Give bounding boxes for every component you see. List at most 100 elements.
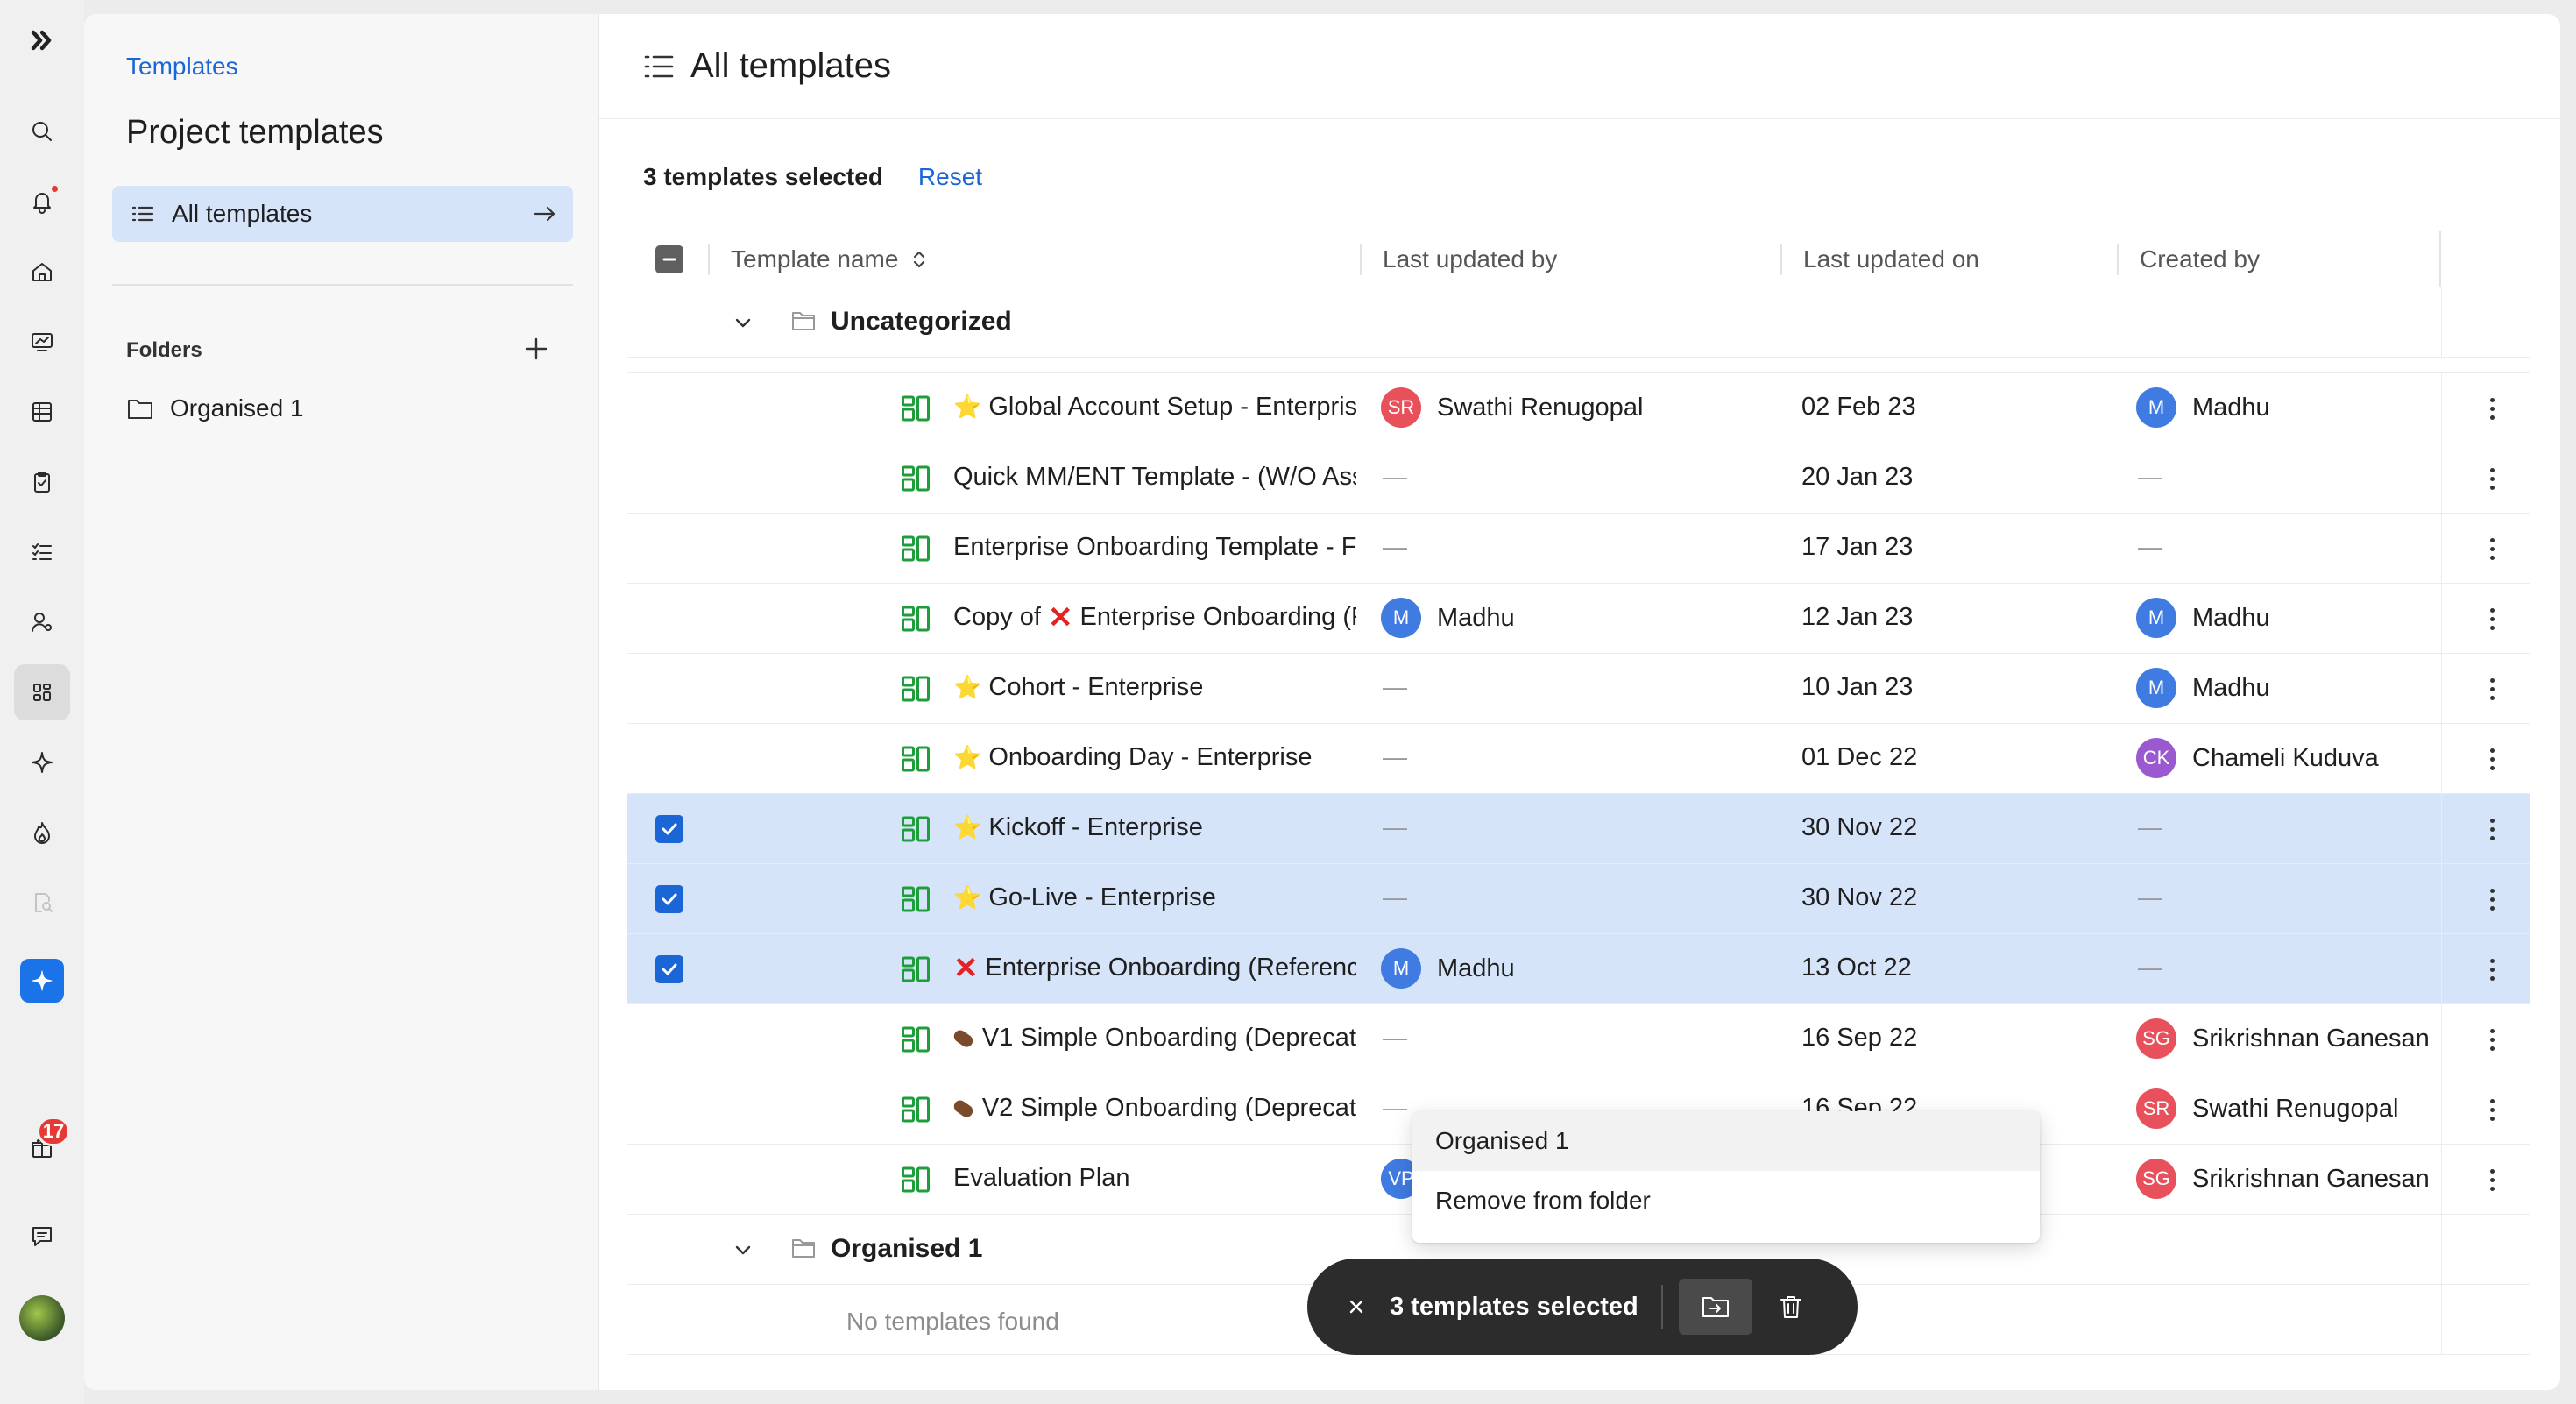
created-by-cell: M Madhu — [2136, 387, 2270, 428]
column-divider — [2441, 373, 2442, 443]
row-more-button[interactable] — [2476, 603, 2508, 635]
row-more-button[interactable] — [2476, 1024, 2508, 1055]
column-divider — [2117, 244, 2119, 275]
template-name-cell[interactable]: ⭐ Onboarding Day - Enterprise — [953, 743, 1356, 772]
doc-search-icon[interactable] — [14, 875, 70, 931]
empty-dash: — — [2138, 533, 2162, 560]
row-checkbox[interactable] — [655, 885, 683, 913]
avatar: M — [1381, 948, 1421, 989]
template-name-cell[interactable]: Quick MM/ENT Template - (W/O Ass — [953, 463, 1356, 492]
table-icon[interactable] — [14, 384, 70, 440]
breadcrumb[interactable]: Templates — [126, 53, 238, 81]
table-row[interactable]: ⭐ Cohort - Enterprise — 10 Jan 23 M Madhu — [627, 654, 2530, 724]
row-more-button[interactable] — [2476, 1164, 2508, 1195]
table-row[interactable]: Copy of ✕ Enterprise Onboarding (F M Madh… — [627, 584, 2530, 654]
table-row[interactable]: ⭐ Go-Live - Enterprise — 30 Nov 22 — — [627, 864, 2530, 934]
template-name-cell[interactable]: ⭐ Cohort - Enterprise — [953, 673, 1356, 702]
table-row[interactable]: V1 Simple Onboarding (Deprecat — 16 Sep 22… — [627, 1004, 2530, 1074]
folder-icon — [128, 400, 152, 419]
last-updated-on-cell: 01 Dec 22 — [1801, 743, 1918, 771]
templates-icon[interactable] — [14, 664, 70, 720]
sidebar-folder-organised-1[interactable]: Organised 1 — [126, 394, 304, 422]
search-icon[interactable] — [14, 103, 70, 160]
table-row[interactable]: ⭐ Onboarding Day - Enterprise — 01 Dec 22 C… — [627, 724, 2530, 794]
column-header-last-updated-by[interactable]: Last updated by — [1383, 245, 1557, 273]
table-row[interactable]: ✕ Enterprise Onboarding (Referenc M Madhu… — [627, 934, 2530, 1004]
template-name-cell[interactable]: Copy of ✕ Enterprise Onboarding (F — [953, 603, 1356, 632]
templates-sidebar: Templates Project templates All template… — [84, 14, 599, 1390]
row-more-button[interactable] — [2476, 533, 2508, 564]
chevron-down-icon[interactable] — [731, 310, 755, 335]
template-name-cell[interactable]: ✕ Enterprise Onboarding (Referenc — [953, 954, 1356, 982]
cross-mark-icon: ✕ — [1048, 603, 1073, 632]
dashboard-icon[interactable] — [14, 314, 70, 370]
close-icon[interactable] — [1346, 1296, 1367, 1317]
column-divider — [1360, 244, 1362, 275]
home-icon[interactable] — [14, 244, 70, 300]
table-row[interactable]: Quick MM/ENT Template - (W/O Ass — 20 Jan … — [627, 443, 2530, 514]
check-icon — [662, 893, 677, 905]
tasks-icon[interactable] — [14, 524, 70, 580]
last-updated-by-cell: M Madhu — [1381, 598, 1515, 638]
flame-icon[interactable] — [14, 805, 70, 861]
template-rows: ⭐ Global Account Setup - Enterpris SR Swa… — [627, 373, 2530, 1215]
row-checkbox[interactable] — [655, 815, 683, 843]
group-name: Uncategorized — [831, 307, 1012, 336]
table-row[interactable]: Enterprise Onboarding Template - F — 17 Ja… — [627, 514, 2530, 584]
column-header-name[interactable]: Template name — [731, 245, 928, 273]
app-logo-icon[interactable] — [14, 12, 70, 68]
ai-assistant-icon[interactable] — [20, 959, 64, 1003]
last-updated-on-cell: 10 Jan 23 — [1801, 673, 1914, 701]
select-all-checkbox[interactable] — [655, 245, 683, 273]
chat-icon[interactable] — [14, 1208, 70, 1264]
empty-dash: — — [1383, 1094, 1407, 1121]
template-icon — [902, 535, 930, 562]
menu-item-organised-1[interactable]: Organised 1 — [1412, 1111, 2040, 1171]
column-header-last-updated-on[interactable]: Last updated on — [1803, 245, 1979, 273]
template-name-cell[interactable]: V2 Simple Onboarding (Deprecat — [953, 1094, 1356, 1123]
template-name-cell[interactable]: ⭐ Global Account Setup - Enterpris — [953, 393, 1356, 422]
empty-dash: — — [2138, 883, 2162, 911]
reset-link[interactable]: Reset — [918, 163, 982, 191]
row-more-button[interactable] — [2476, 954, 2508, 985]
selection-count: 3 templates selected — [643, 163, 883, 190]
column-header-created-by[interactable]: Created by — [2140, 245, 2260, 273]
trash-icon — [1780, 1296, 1801, 1318]
sidebar-item-all-templates[interactable]: All templates — [112, 186, 573, 242]
delete-button[interactable] — [1765, 1279, 1817, 1335]
table-row[interactable]: ⭐ Kickoff - Enterprise — 30 Nov 22 — — [627, 794, 2530, 864]
bell-icon[interactable] — [14, 174, 70, 230]
template-name-cell[interactable]: ⭐ Kickoff - Enterprise — [953, 813, 1356, 842]
clipboard-icon[interactable] — [14, 454, 70, 510]
template-name: V1 Simple Onboarding (Deprecat — [981, 1024, 1356, 1052]
row-more-button[interactable] — [2476, 393, 2508, 424]
row-more-button[interactable] — [2476, 883, 2508, 915]
row-more-button[interactable] — [2476, 813, 2508, 845]
avatar: SR — [2136, 1088, 2176, 1129]
template-name-cell[interactable]: Enterprise Onboarding Template - F — [953, 533, 1356, 562]
gift-icon[interactable]: 17 — [14, 1117, 70, 1176]
row-more-button[interactable] — [2476, 1094, 2508, 1125]
template-name: Global Account Setup - Enterpris — [988, 393, 1356, 421]
empty-dash: — — [1383, 533, 1407, 560]
row-more-button[interactable] — [2476, 463, 2508, 494]
chevron-down-icon[interactable] — [731, 1237, 755, 1262]
group-row-uncategorized[interactable]: Uncategorized — [627, 287, 2530, 358]
table-row[interactable]: ⭐ Global Account Setup - Enterpris SR Swa… — [627, 373, 2530, 443]
user-avatar[interactable] — [14, 1290, 70, 1346]
row-more-button[interactable] — [2476, 743, 2508, 775]
template-name-cell[interactable]: V1 Simple Onboarding (Deprecat — [953, 1024, 1356, 1053]
add-folder-button[interactable] — [517, 330, 556, 368]
template-name-cell[interactable]: Evaluation Plan — [953, 1164, 1356, 1193]
sparkle-icon[interactable] — [14, 734, 70, 791]
sort-icon — [914, 251, 925, 268]
row-more-button[interactable] — [2476, 673, 2508, 705]
notification-dot — [50, 184, 60, 194]
row-checkbox[interactable] — [655, 955, 683, 983]
column-divider — [2441, 1145, 2442, 1214]
menu-item-remove-from-folder[interactable]: Remove from folder — [1412, 1171, 2040, 1230]
user-settings-icon[interactable] — [14, 594, 70, 650]
star-icon: ⭐ — [953, 814, 982, 840]
move-to-folder-button[interactable] — [1678, 1279, 1752, 1335]
template-name-cell[interactable]: ⭐ Go-Live - Enterprise — [953, 883, 1356, 912]
